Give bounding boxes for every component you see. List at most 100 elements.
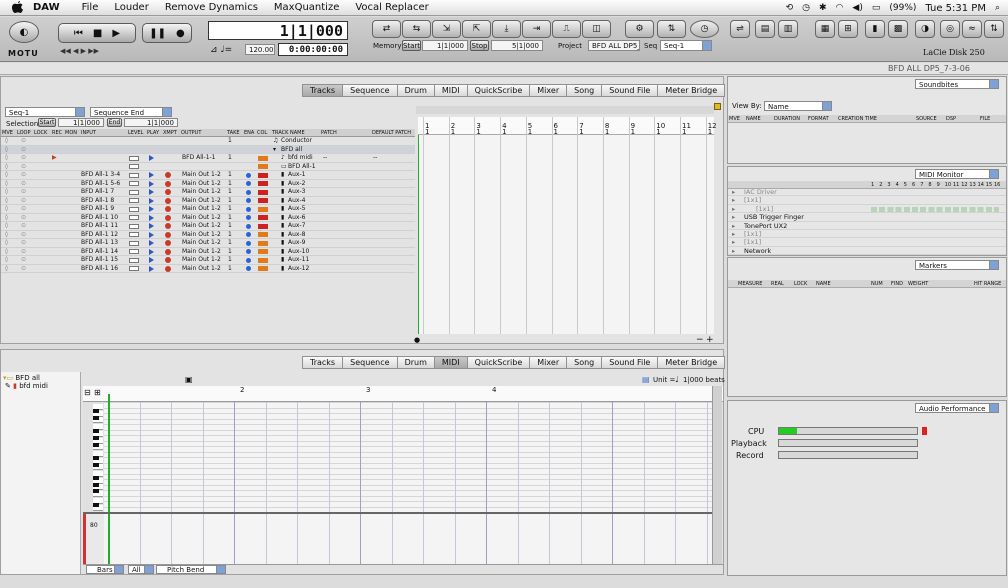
toolbar-icon-8[interactable]: ◑ xyxy=(915,20,935,38)
track-input[interactable]: BFD All-1 7 xyxy=(81,188,114,196)
disclosure-icon[interactable]: ▸ xyxy=(732,213,735,221)
track-row[interactable]: ◊ ⊙ BFD All-1 16 Main Out 1-2 1 ▮ Aux-12 xyxy=(1,265,415,273)
piano-black-key[interactable] xyxy=(93,415,99,420)
loop-icon[interactable]: ⊙ xyxy=(21,239,26,247)
midi-device-row[interactable]: ▸ [1x1] xyxy=(728,196,1006,205)
track-output[interactable]: Main Out 1-2 xyxy=(182,231,221,239)
track-color[interactable] xyxy=(258,189,268,195)
memory-start-field[interactable]: 1|1|000 xyxy=(422,40,468,51)
piano-black-key[interactable] xyxy=(93,502,99,507)
track-color[interactable] xyxy=(258,155,268,161)
track-name[interactable]: Aux-11 xyxy=(288,256,309,264)
apple-icon[interactable] xyxy=(12,1,23,14)
tab-drum[interactable]: Drum xyxy=(397,356,435,369)
piano-black-key[interactable] xyxy=(93,409,99,413)
clock-button[interactable]: ◷ xyxy=(690,20,719,38)
selection-end-field[interactable]: 1|1|000 xyxy=(124,118,178,127)
track-row[interactable]: ◊ ⊙ BFD All-1 5-6 Main Out 1-2 1 ▮ Aux-2 xyxy=(1,180,415,188)
midi-playhead-line[interactable] xyxy=(108,394,110,564)
move-handle-icon[interactable]: ◊ xyxy=(5,171,8,179)
toolbar-icon-7[interactable]: ▩ xyxy=(888,20,908,38)
track-row[interactable]: ◊ ⊙ BFD All-1 12 Main Out 1-2 1 ▮ Aux-8 xyxy=(1,231,415,239)
unit-menu-icon[interactable]: ▤ xyxy=(642,375,650,384)
collapse-icon[interactable]: ⊟ xyxy=(84,388,91,397)
play-enable-icon[interactable] xyxy=(149,231,154,238)
piano-black-key[interactable] xyxy=(93,489,99,494)
tab-midi[interactable]: MIDI xyxy=(434,84,468,97)
main-counter[interactable]: 1|1|000 xyxy=(208,21,348,40)
tab-sequence[interactable]: Sequence xyxy=(343,356,398,369)
piano-black-key[interactable] xyxy=(93,462,99,467)
splitter-dot-icon[interactable]: ● xyxy=(414,336,420,344)
xmpt-icon[interactable] xyxy=(165,189,171,195)
enable-icon[interactable] xyxy=(246,189,251,195)
track-color[interactable] xyxy=(258,232,268,237)
tab-song[interactable]: Song xyxy=(567,84,603,97)
col-format[interactable]: FORMAT xyxy=(808,116,829,122)
play-enable-icon[interactable] xyxy=(149,214,154,221)
track-color[interactable] xyxy=(258,198,268,203)
overview-ruler[interactable] xyxy=(418,117,714,135)
move-handle-icon[interactable]: ◊ xyxy=(5,248,8,256)
tab-quickscribe[interactable]: QuickScribe xyxy=(467,356,531,369)
midi-device-row[interactable]: ▸ [1x1] xyxy=(728,205,1006,214)
spotlight-icon[interactable]: ⌕ xyxy=(995,3,1000,13)
play-button[interactable]: ▶ xyxy=(112,28,120,39)
col-loop[interactable]: LOOP xyxy=(17,130,31,136)
sync-icon[interactable]: ⟲ xyxy=(786,3,794,13)
track-output[interactable]: Main Out 1-2 xyxy=(182,171,221,179)
track-color[interactable] xyxy=(258,172,268,178)
snap-icon[interactable]: ▣ xyxy=(185,375,193,384)
play-enable-icon[interactable] xyxy=(149,180,154,187)
xmpt-icon[interactable] xyxy=(165,197,171,204)
sequence-end-dropdown[interactable]: Sequence End xyxy=(90,107,172,117)
col-track-name[interactable]: TRACK NAME xyxy=(272,130,305,136)
track-color[interactable] xyxy=(258,181,268,186)
track-row-instrument[interactable]: ◊ ⊙ ▭ BFD All-1 xyxy=(1,163,415,171)
move-handle-icon[interactable]: ◊ xyxy=(5,137,8,145)
xmpt-icon[interactable] xyxy=(165,240,171,246)
mode-button-6[interactable]: ⇥ xyxy=(522,20,551,38)
track-overview-grid[interactable] xyxy=(418,117,714,334)
enable-icon[interactable] xyxy=(246,223,251,229)
enable-icon[interactable] xyxy=(246,172,251,178)
track-row[interactable]: ◊ ⊙ BFD All-1 15 Main Out 1-2 1 ▮ Aux-11 xyxy=(1,256,415,265)
loop-icon[interactable]: ⊙ xyxy=(21,154,26,162)
enable-icon[interactable] xyxy=(246,232,251,237)
col-mve[interactable]: MVE xyxy=(729,116,740,122)
track-color[interactable] xyxy=(258,206,268,212)
track-name[interactable]: Aux-3 xyxy=(288,188,305,196)
playhead-line[interactable] xyxy=(418,135,419,334)
midi-device-row[interactable]: ▸ Network xyxy=(728,247,1006,256)
all-dropdown[interactable]: All xyxy=(128,565,154,574)
track-output[interactable]: Main Out 1-2 xyxy=(182,248,221,256)
play-enable-icon[interactable] xyxy=(149,197,154,204)
col-take[interactable]: TAKE xyxy=(227,130,240,136)
enable-icon[interactable] xyxy=(246,181,251,186)
lane-divider[interactable] xyxy=(104,512,722,514)
markers-select[interactable]: Markers xyxy=(915,260,999,270)
track-color[interactable] xyxy=(258,223,268,229)
stop-button[interactable]: ■ xyxy=(93,28,102,39)
col-dsp[interactable]: DSP xyxy=(946,116,956,122)
bluetooth-icon[interactable]: ✱ xyxy=(819,3,827,13)
enable-icon[interactable] xyxy=(246,266,251,271)
enable-icon[interactable] xyxy=(246,215,251,220)
track-row-folder[interactable]: ◊ ⊙ ▾ BFD all xyxy=(1,145,415,154)
col-file[interactable]: FILE xyxy=(980,116,990,122)
xmpt-icon[interactable] xyxy=(165,257,171,263)
play-enable-icon[interactable] xyxy=(149,189,154,195)
soundbites-select[interactable]: Soundbites xyxy=(915,79,999,89)
move-handle-icon[interactable]: ◊ xyxy=(5,231,8,239)
tab-sound-file[interactable]: Sound File xyxy=(602,356,659,369)
selection-start-field[interactable]: 1|1|000 xyxy=(58,118,104,127)
xmpt-icon[interactable] xyxy=(165,206,171,212)
bars-dropdown[interactable]: Bars xyxy=(86,565,124,574)
mode-button-8[interactable]: ◫ xyxy=(582,20,611,38)
xmpt-icon[interactable] xyxy=(165,172,171,178)
track-output[interactable]: Main Out 1-2 xyxy=(182,180,221,188)
track-output[interactable]: Main Out 1-2 xyxy=(182,197,221,205)
vertical-scrollbar[interactable] xyxy=(712,386,722,564)
record-button[interactable]: ● xyxy=(176,28,185,39)
track-output[interactable]: Main Out 1-2 xyxy=(182,214,221,222)
